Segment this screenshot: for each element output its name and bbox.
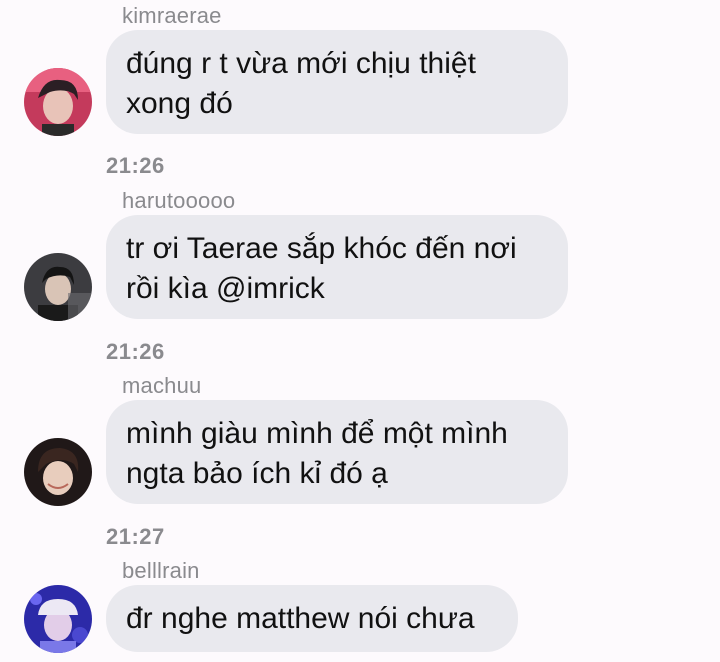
message-timestamp: 21:27 — [106, 524, 165, 549]
message-bubble[interactable]: mình giàu mình để một mình ngta bảo ích … — [106, 400, 568, 504]
message-bubble[interactable]: tr ơi Taerae sắp khóc đến nơi rồi kìa @i… — [106, 215, 568, 319]
message-bubble[interactable]: đúng r t vừa mới chịu thiệt xong đó — [106, 30, 568, 134]
message-line: đr nghe matthew nói chưa — [126, 602, 475, 635]
message-line: mình giàu mình để một mình — [126, 417, 508, 450]
message-username[interactable]: kimraerae — [122, 3, 222, 29]
user-avatar[interactable] — [24, 68, 92, 136]
message-line: xong đó — [126, 87, 233, 120]
message-line: đúng r t vừa mới chịu thiệt — [126, 47, 476, 80]
message-username[interactable]: harutooooo — [122, 188, 235, 214]
user-avatar[interactable] — [24, 585, 92, 653]
message-bubble[interactable]: đr nghe matthew nói chưa — [106, 585, 518, 652]
message-username[interactable]: machuu — [122, 373, 201, 399]
message-username[interactable]: belllrain — [122, 558, 200, 584]
message-timestamp: 21:26 — [106, 153, 165, 178]
message-line: ngta bảo ích kỉ đó ạ — [126, 457, 388, 490]
message-timestamp: 21:26 — [106, 339, 165, 364]
message-line: tr ơi Taerae sắp khóc đến nơi — [126, 232, 517, 265]
user-avatar[interactable] — [24, 438, 92, 506]
message-line: rồi kìa @imrick — [126, 272, 325, 305]
user-avatar[interactable] — [24, 253, 92, 321]
